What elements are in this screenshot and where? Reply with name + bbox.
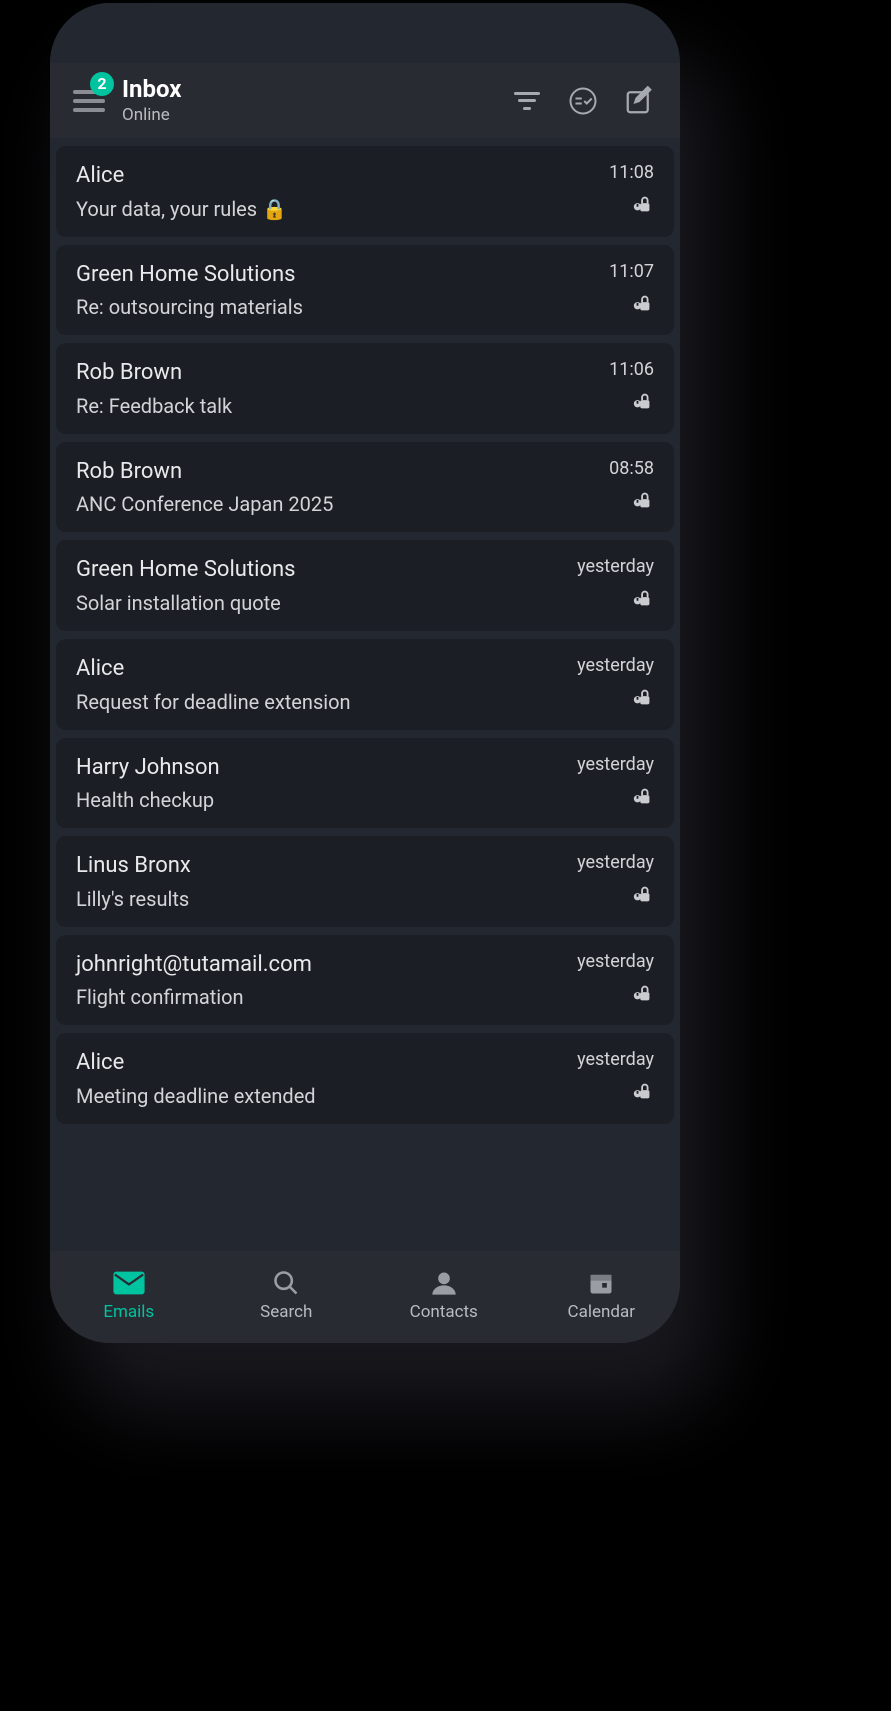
email-time: yesterday (577, 655, 654, 676)
email-main: Alice Meeting deadline extended (76, 1049, 567, 1108)
email-side: yesterday (577, 655, 654, 708)
email-time: yesterday (577, 852, 654, 873)
email-subject: Request for deadline extension (76, 690, 567, 714)
nav-search-label: Search (260, 1302, 312, 1322)
email-side: yesterday (577, 754, 654, 807)
encryption-icon (632, 292, 654, 314)
unread-badge: 2 (90, 72, 114, 96)
email-item[interactable]: Alice Meeting deadline extended yesterda… (56, 1033, 674, 1124)
email-main: Alice Request for deadline extension (76, 655, 567, 714)
email-item[interactable]: Alice Your data, your rules 🔒 11:08 (56, 146, 674, 237)
email-sender: Harry Johnson (76, 754, 567, 783)
page-title: Inbox (122, 76, 181, 102)
mark-read-button[interactable] (560, 78, 606, 124)
phone-frame: 2 Inbox Online (50, 3, 680, 1343)
nav-search[interactable]: Search (208, 1268, 366, 1322)
app-header: 2 Inbox Online (50, 63, 680, 138)
email-item[interactable]: johnright@tutamail.com Flight confirmati… (56, 935, 674, 1026)
email-side: yesterday (577, 1049, 654, 1102)
bottom-nav: Emails Search Contacts (50, 1251, 680, 1343)
email-subject: Your data, your rules 🔒 (76, 197, 599, 221)
header-titles: Inbox Online (122, 76, 181, 124)
encryption-icon (632, 785, 654, 807)
email-sender: Alice (76, 655, 567, 684)
email-item[interactable]: Green Home Solutions Solar installation … (56, 540, 674, 631)
nav-emails-label: Emails (103, 1302, 154, 1322)
nav-contacts-label: Contacts (410, 1302, 478, 1322)
email-subject: Re: Feedback talk (76, 394, 599, 418)
email-side: 11:06 (609, 359, 654, 412)
compose-button[interactable] (616, 78, 662, 124)
email-side: 11:07 (609, 261, 654, 314)
email-main: Rob Brown Re: Feedback talk (76, 359, 599, 418)
email-subject: Re: outsourcing materials (76, 295, 599, 319)
status-bar (50, 3, 680, 63)
email-time: 11:06 (609, 359, 654, 380)
email-side: 08:58 (609, 458, 654, 511)
encryption-icon (632, 1080, 654, 1102)
encryption-icon (632, 390, 654, 412)
email-sender: Linus Bronx (76, 852, 567, 881)
email-subject: Solar installation quote (76, 591, 567, 615)
email-item[interactable]: Green Home Solutions Re: outsourcing mat… (56, 245, 674, 336)
email-main: Green Home Solutions Solar installation … (76, 556, 567, 615)
nav-calendar-label: Calendar (568, 1302, 635, 1322)
filter-icon (514, 92, 540, 110)
encryption-icon (632, 489, 654, 511)
email-sender: Rob Brown (76, 359, 599, 388)
nav-contacts[interactable]: Contacts (365, 1268, 523, 1322)
connection-status: Online (122, 105, 181, 125)
email-side: yesterday (577, 556, 654, 609)
email-sender: Green Home Solutions (76, 261, 599, 290)
checklist-icon (568, 86, 598, 116)
encryption-icon (632, 587, 654, 609)
email-side: yesterday (577, 852, 654, 905)
search-icon (272, 1269, 300, 1297)
email-list[interactable]: Alice Your data, your rules 🔒 11:08 Gree… (50, 138, 680, 1251)
email-subject: Flight confirmation (76, 985, 567, 1009)
email-main: johnright@tutamail.com Flight confirmati… (76, 951, 567, 1010)
email-subject: ANC Conference Japan 2025 (76, 492, 599, 516)
email-sender: Alice (76, 162, 599, 191)
email-side: 11:08 (609, 162, 654, 215)
email-main: Alice Your data, your rules 🔒 (76, 162, 599, 221)
email-main: Rob Brown ANC Conference Japan 2025 (76, 458, 599, 517)
menu-button[interactable]: 2 (68, 80, 110, 122)
email-item[interactable]: Alice Request for deadline extension yes… (56, 639, 674, 730)
compose-icon (624, 86, 654, 116)
nav-calendar[interactable]: Calendar (523, 1268, 681, 1322)
email-subject: Lilly's results (76, 887, 567, 911)
email-time: 11:08 (609, 162, 654, 183)
email-sender: johnright@tutamail.com (76, 951, 567, 980)
nav-emails[interactable]: Emails (50, 1268, 208, 1322)
email-main: Linus Bronx Lilly's results (76, 852, 567, 911)
email-time: yesterday (577, 556, 654, 577)
email-sender: Green Home Solutions (76, 556, 567, 585)
person-icon (430, 1269, 458, 1297)
encryption-icon (632, 193, 654, 215)
calendar-icon (587, 1269, 615, 1297)
email-main: Green Home Solutions Re: outsourcing mat… (76, 261, 599, 320)
encryption-icon (632, 686, 654, 708)
email-subject: Health checkup (76, 788, 567, 812)
email-main: Harry Johnson Health checkup (76, 754, 567, 813)
email-item[interactable]: Rob Brown Re: Feedback talk 11:06 (56, 343, 674, 434)
mail-icon (112, 1270, 146, 1296)
email-time: 11:07 (609, 261, 654, 282)
email-side: yesterday (577, 951, 654, 1004)
email-subject: Meeting deadline extended (76, 1084, 567, 1108)
email-time: yesterday (577, 1049, 654, 1070)
email-item[interactable]: Harry Johnson Health checkup yesterday (56, 738, 674, 829)
email-item[interactable]: Linus Bronx Lilly's results yesterday (56, 836, 674, 927)
email-time: yesterday (577, 951, 654, 972)
filter-button[interactable] (504, 78, 550, 124)
encryption-icon (632, 883, 654, 905)
email-item[interactable]: Rob Brown ANC Conference Japan 2025 08:5… (56, 442, 674, 533)
email-time: 08:58 (609, 458, 654, 479)
encryption-icon (632, 982, 654, 1004)
email-time: yesterday (577, 754, 654, 775)
email-sender: Alice (76, 1049, 567, 1078)
email-sender: Rob Brown (76, 458, 599, 487)
